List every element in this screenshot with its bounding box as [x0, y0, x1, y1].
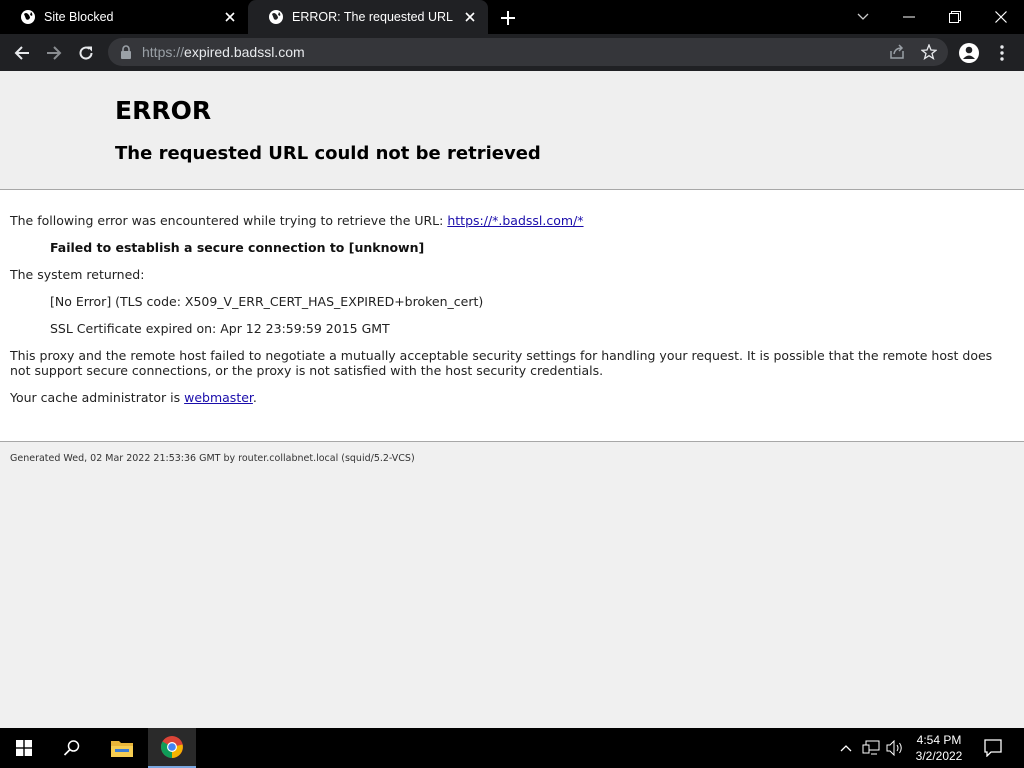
- notifications-button[interactable]: [978, 728, 1008, 768]
- url-text[interactable]: https://expired.badssl.com: [142, 38, 305, 66]
- back-button[interactable]: [10, 41, 34, 65]
- folder-icon: [111, 741, 133, 757]
- tab-title: ERROR: The requested URL could not be re…: [292, 10, 456, 24]
- globe-icon: [21, 10, 35, 24]
- close-icon: [995, 11, 1007, 23]
- new-tab-icon[interactable]: [498, 8, 518, 28]
- forward-button[interactable]: [42, 41, 66, 65]
- taskbar-clock[interactable]: 4:54 PM 3/2/2022: [912, 732, 966, 764]
- admin-line: Your cache administrator is webmaster.: [10, 390, 257, 405]
- share-icon[interactable]: [889, 44, 905, 60]
- back-arrow-icon: [14, 46, 29, 60]
- close-window-button[interactable]: [978, 0, 1024, 34]
- explanation-text: This proxy and the remote host failed to…: [10, 348, 993, 378]
- tls-code: [No Error] (TLS code: X509_V_ERR_CERT_HA…: [50, 294, 484, 309]
- reload-button[interactable]: [74, 41, 98, 65]
- bookmark-star-icon[interactable]: [921, 44, 937, 60]
- chevron-up-icon: [840, 745, 852, 752]
- system-returned-label: The system returned:: [10, 267, 145, 282]
- windows-taskbar: 4:54 PM 3/2/2022: [0, 728, 1024, 768]
- network-button[interactable]: [860, 728, 882, 768]
- kebab-menu-icon: [1000, 45, 1004, 61]
- close-icon[interactable]: [462, 9, 478, 25]
- network-icon: [862, 740, 880, 755]
- clock-time: 4:54 PM: [916, 733, 962, 747]
- webmaster-link[interactable]: webmaster: [184, 390, 253, 405]
- page-title: ERROR: [115, 96, 212, 125]
- tab-error-page[interactable]: ERROR: The requested URL could not be re…: [248, 0, 488, 34]
- url-host: expired.badssl.com: [184, 44, 305, 60]
- file-explorer-button[interactable]: [98, 728, 146, 768]
- search-button[interactable]: [48, 728, 96, 768]
- close-icon[interactable]: [222, 9, 238, 25]
- chrome-taskbar-button[interactable]: [148, 728, 196, 768]
- cert-expiry: SSL Certificate expired on: Apr 12 23:59…: [50, 321, 390, 336]
- chevron-down-icon: [857, 13, 869, 20]
- admin-suffix: .: [252, 390, 257, 405]
- start-button[interactable]: [0, 728, 48, 768]
- intro-text: The following error was encountered whil…: [10, 213, 448, 228]
- minimize-icon: [903, 16, 915, 18]
- notification-icon: [984, 739, 1002, 757]
- error-header: ERROR The requested URL could not be ret…: [0, 71, 1024, 190]
- profile-button[interactable]: [957, 41, 981, 65]
- volume-icon: [886, 740, 902, 756]
- address-bar[interactable]: https://expired.badssl.com: [108, 38, 948, 66]
- volume-button[interactable]: [884, 728, 906, 768]
- chrome-icon: [161, 736, 183, 758]
- intro-line: The following error was encountered whil…: [10, 213, 584, 228]
- clock-date: 3/2/2022: [915, 749, 963, 763]
- tab-search-button[interactable]: [840, 0, 886, 34]
- admin-prefix: Your cache administrator is: [10, 390, 185, 405]
- restore-button[interactable]: [932, 0, 978, 34]
- search-icon: [63, 740, 80, 756]
- minimize-button[interactable]: [886, 0, 932, 34]
- requested-url-link[interactable]: https://*.badssl.com/*: [447, 213, 583, 228]
- tab-site-blocked[interactable]: Site Blocked: [0, 0, 248, 34]
- tab-title: Site Blocked: [44, 10, 114, 24]
- show-hidden-icons-button[interactable]: [836, 728, 856, 768]
- lock-icon[interactable]: [120, 45, 132, 59]
- windows-logo-icon: [16, 740, 32, 756]
- reload-icon: [79, 46, 93, 60]
- forward-arrow-icon: [47, 46, 62, 60]
- url-scheme: https://: [142, 44, 185, 60]
- restore-icon: [949, 11, 961, 23]
- chrome-menu-button[interactable]: [990, 41, 1014, 65]
- error-content: The following error was encountered whil…: [0, 190, 1024, 442]
- globe-icon: [269, 10, 283, 24]
- page-subtitle: The requested URL could not be retrieved: [115, 143, 541, 164]
- generated-footer: Generated Wed, 02 Mar 2022 21:53:36 GMT …: [10, 453, 415, 464]
- tab-strip: Site Blocked ERROR: The requested URL co…: [0, 0, 1024, 34]
- profile-avatar-icon: [959, 43, 979, 63]
- error-detail: Failed to establish a secure connection …: [50, 240, 425, 255]
